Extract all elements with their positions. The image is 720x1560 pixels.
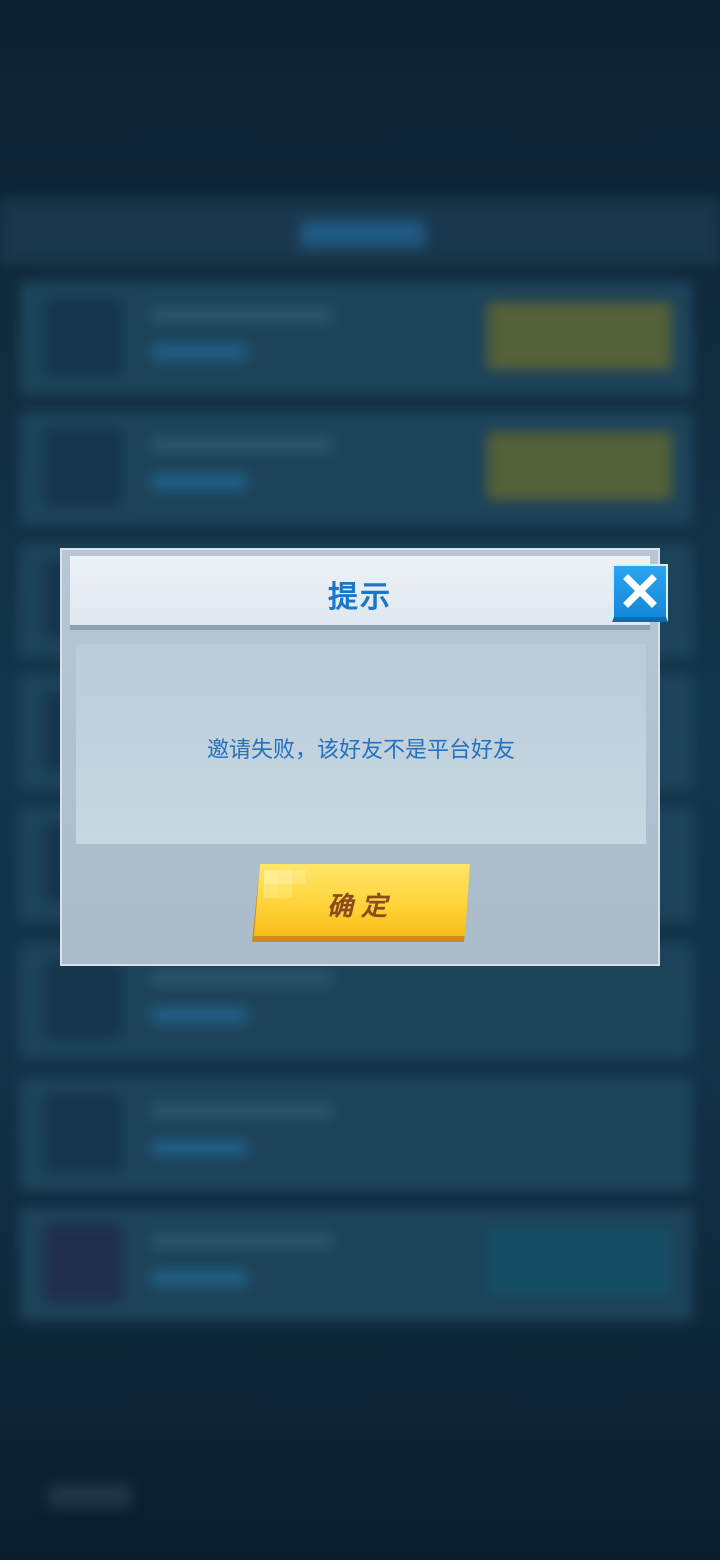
- dialog-panel: 提示 邀请失败，该好友不是平台好友 确定: [62, 550, 658, 964]
- close-icon: [623, 574, 657, 608]
- alert-dialog: 提示 邀请失败，该好友不是平台好友 确定: [60, 548, 668, 966]
- dialog-body: 邀请失败，该好友不是平台好友: [76, 644, 646, 844]
- close-button[interactable]: [612, 564, 668, 622]
- dialog-header: 提示: [70, 556, 650, 630]
- confirm-button[interactable]: 确定: [252, 864, 470, 946]
- confirm-button-label: 确定: [326, 892, 395, 922]
- game-screen: 提示 邀请失败，该好友不是平台好友 确定: [0, 0, 720, 1560]
- dialog-title: 提示: [328, 580, 392, 615]
- dialog-message: 邀请失败，该好友不是平台好友: [206, 738, 515, 763]
